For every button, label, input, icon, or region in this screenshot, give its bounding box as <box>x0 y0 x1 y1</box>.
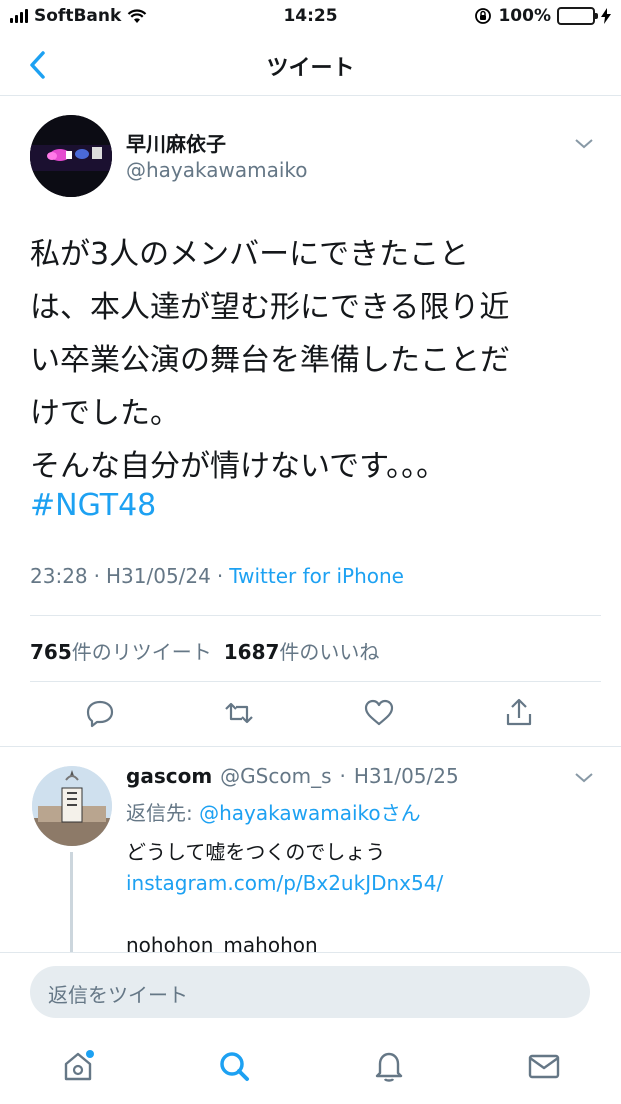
reply-to-prefix: 返信先: <box>126 801 200 825</box>
reply-menu-button[interactable] <box>574 770 594 784</box>
hashtag-link[interactable]: #NGT48 <box>30 488 156 523</box>
tab-search[interactable] <box>214 1046 254 1086</box>
charging-icon <box>601 8 611 24</box>
reply-blank-line <box>126 899 596 930</box>
reply-display-name[interactable]: gascom <box>126 764 212 788</box>
reply-compose-input[interactable]: 返信をツイート <box>30 966 590 1018</box>
retweet-button[interactable] <box>222 696 256 730</box>
like-label: 件のいいね <box>279 640 380 664</box>
reply-to-line: 返信先: @hayakawamaikoさん <box>126 797 421 826</box>
bell-icon <box>375 1052 403 1082</box>
tab-messages[interactable] <box>524 1046 564 1086</box>
rotation-lock-icon <box>475 8 492 24</box>
divider <box>30 615 601 616</box>
avatar-image <box>32 766 112 846</box>
reply-handle[interactable]: @GScom_s <box>220 764 331 788</box>
page-title: ツイート <box>266 56 355 81</box>
avatar-image <box>30 115 112 197</box>
status-bar: SoftBank 14:25 100% <box>0 0 621 34</box>
thread-line <box>70 852 73 952</box>
tweet-meta: 23:28 · H31/05/24 · Twitter for iPhone <box>30 564 404 588</box>
retweet-label: 件のリツイート <box>71 640 212 664</box>
search-icon <box>220 1052 249 1081</box>
share-button[interactable] <box>502 696 536 730</box>
reply-line: どうして嘘をつくのでしょう <box>126 840 386 864</box>
chevron-down-icon <box>575 139 593 149</box>
tweet-stats: 765件のリツイート 1687件のいいね <box>30 636 379 665</box>
retweet-stat[interactable]: 765件のリツイート <box>30 636 212 665</box>
tweet-menu-button[interactable] <box>574 136 594 150</box>
reply-author-avatar[interactable] <box>32 766 112 846</box>
tweet-date: H31/05/24 <box>106 564 211 588</box>
reply-to-handle[interactable]: @hayakawamaikoさん <box>199 801 421 825</box>
tab-bar <box>0 1032 621 1104</box>
reply-date: H31/05/25 <box>353 764 459 788</box>
chevron-down-icon <box>575 773 593 783</box>
reply-separator: · <box>339 764 346 788</box>
tweet-time: 23:28 <box>30 564 88 588</box>
notification-dot <box>86 1050 94 1058</box>
meta-separator: · <box>216 564 224 588</box>
reply-bubble-icon <box>86 700 114 728</box>
tab-notifications[interactable] <box>369 1046 409 1086</box>
home-icon <box>64 1050 94 1081</box>
like-stat[interactable]: 1687件のいいね <box>224 636 380 665</box>
battery-percent: 100% <box>498 6 551 26</box>
author-display-name[interactable]: 早川麻依子 <box>126 128 226 157</box>
status-right: 100% <box>474 6 611 26</box>
divider <box>30 681 601 682</box>
reply-text: どうして嘘をつくのでしょう instagram.com/p/Bx2ukJDnx5… <box>126 837 596 961</box>
retweet-icon <box>225 702 253 724</box>
tab-home[interactable] <box>58 1046 98 1086</box>
author-handle[interactable]: @hayakawamaiko <box>126 158 308 182</box>
reply-button[interactable] <box>83 696 117 730</box>
heart-icon <box>364 699 394 726</box>
retweet-count: 765 <box>30 640 72 664</box>
navigation-bar: ツイート <box>0 34 621 96</box>
share-icon <box>506 698 532 726</box>
meta-separator: · <box>93 564 100 588</box>
like-count: 1687 <box>223 640 280 664</box>
divider <box>0 746 621 747</box>
reply-header: gascom @GScom_s · H31/05/25 <box>126 764 459 788</box>
envelope-icon <box>528 1054 560 1079</box>
battery-icon <box>557 7 598 25</box>
tweet-actions <box>0 696 621 736</box>
tweet-text: 私が3人のメンバーにできたこと は、本人達が望む形にできる限り近 い卒業公演の舞… <box>30 237 510 484</box>
client-link[interactable]: Twitter for iPhone <box>229 564 404 588</box>
reply-link[interactable]: instagram.com/p/Bx2ukJDnx54/ <box>126 868 596 899</box>
author-avatar[interactable] <box>30 115 112 197</box>
like-button[interactable] <box>362 696 396 730</box>
